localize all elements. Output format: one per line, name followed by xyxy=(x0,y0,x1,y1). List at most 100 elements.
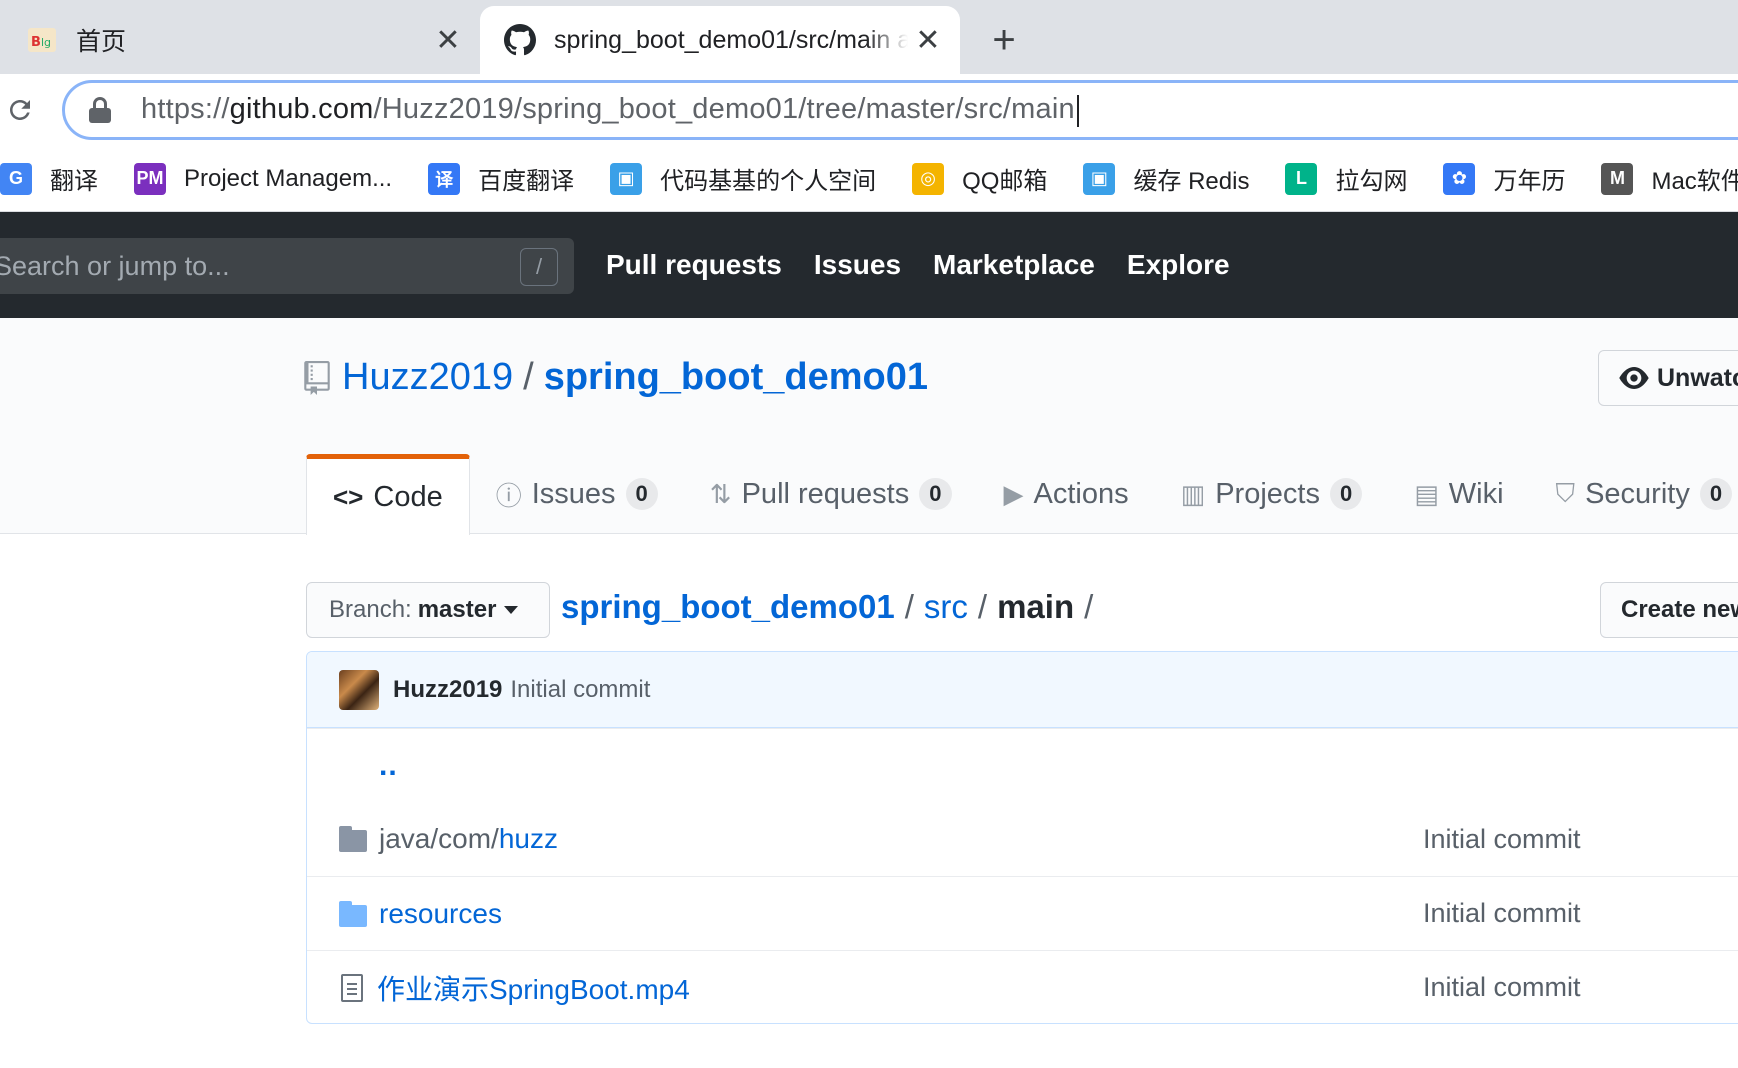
file-name[interactable]: huzz xyxy=(499,823,558,854)
file-name-link[interactable]: resources xyxy=(379,898,502,930)
tab-wiki[interactable]: ▤ Wiki xyxy=(1388,454,1529,534)
file-name-link[interactable]: 作业演示SpringBoot.mp4 xyxy=(377,968,690,1008)
nav-explore[interactable]: Explore xyxy=(1127,249,1230,281)
breadcrumb-repo-link[interactable]: spring_boot_demo01 xyxy=(561,588,895,626)
play-icon: ▶ xyxy=(1003,478,1024,509)
global-nav: Pull requests Issues Marketplace Explore xyxy=(606,212,1262,318)
pull-request-icon: ⇅ xyxy=(709,478,732,509)
tab-actions[interactable]: ▶ Actions xyxy=(978,454,1155,534)
google-translate-icon: G xyxy=(0,162,32,195)
tab-pull-requests[interactable]: ⇅ Pull requests 0 xyxy=(684,454,978,534)
eye-icon xyxy=(1619,367,1649,389)
tab-label: Pull requests xyxy=(741,477,910,510)
blog-favicon-icon: Blg xyxy=(26,24,58,56)
branch-label: Branch: xyxy=(329,596,412,623)
tab-title: 首页 xyxy=(76,28,127,56)
close-tab-icon[interactable]: ✕ xyxy=(908,20,948,60)
svg-text:lg: lg xyxy=(41,36,51,49)
unwatch-button[interactable]: Unwatch xyxy=(1598,350,1738,406)
tab-issues[interactable]: ⓘ Issues 0 xyxy=(470,454,684,534)
bookmark-item[interactable]: ▣ 缓存 Redis xyxy=(1083,161,1249,196)
bookmark-label: 翻译 xyxy=(50,168,98,195)
caret-down-icon xyxy=(504,606,519,614)
lagou-icon: L xyxy=(1285,162,1318,195)
tab-label: Security xyxy=(1585,477,1690,510)
path-prefix[interactable]: java/com/ xyxy=(379,823,499,854)
bookmark-item[interactable]: G 翻译 xyxy=(0,161,98,196)
commit-author[interactable]: Huzz2019 xyxy=(393,676,502,704)
code-icon: <> xyxy=(333,481,364,512)
bookmark-item[interactable]: PM Project Managem... xyxy=(134,162,392,195)
tab-label: Actions xyxy=(1033,477,1129,510)
repo-icon xyxy=(304,360,330,395)
browser-tabstrip: Blg 首页 ✕ spring_boot_demo01/src/main at … xyxy=(0,0,1738,74)
file-name[interactable]: resources xyxy=(379,898,502,929)
github-favicon-icon xyxy=(504,24,536,56)
bilibili-icon: ▣ xyxy=(1083,162,1116,195)
qq-mail-icon: ◎ xyxy=(912,162,945,195)
browser-tab-github[interactable]: spring_boot_demo01/src/main at master · … xyxy=(480,6,960,74)
file-row[interactable]: 作业演示SpringBoot.mp4 Initial commit xyxy=(307,950,1738,1023)
tab-label: Wiki xyxy=(1448,477,1504,510)
address-bar[interactable]: https://github.com/Huzz2019/spring_boot_… xyxy=(62,80,1738,140)
breadcrumb-src-link[interactable]: src xyxy=(924,588,968,626)
bookmark-item[interactable]: ◎ QQ邮箱 xyxy=(912,161,1047,196)
tab-counter: 0 xyxy=(919,478,952,510)
tab-label: Code xyxy=(373,480,443,513)
file-commit-message[interactable]: Initial commit xyxy=(1423,898,1581,929)
breadcrumb-separator: / xyxy=(977,588,988,625)
file-name-link[interactable]: java/com/huzz xyxy=(379,823,558,855)
branch-value: master xyxy=(417,596,497,623)
bookmark-item[interactable]: ▣ 代码基基的个人空间 xyxy=(610,161,876,196)
tab-code[interactable]: <> Code xyxy=(306,454,470,535)
slash-shortcut-badge: / xyxy=(520,248,558,286)
nav-pull-requests[interactable]: Pull requests xyxy=(606,249,782,281)
lock-icon[interactable] xyxy=(89,97,111,123)
repo-owner-link[interactable]: Huzz2019 xyxy=(342,356,513,399)
reload-icon[interactable] xyxy=(0,88,40,132)
pm-icon: PM xyxy=(134,162,166,195)
branch-select-button[interactable]: Branch: master xyxy=(306,582,550,638)
path-separator: / xyxy=(523,356,534,398)
nav-marketplace[interactable]: Marketplace xyxy=(933,249,1095,281)
repo-tabs: <> Code ⓘ Issues 0 ⇅ Pull requests 0 ▶ Actions ▥ Pr… xyxy=(306,454,1738,535)
repo-name-link[interactable]: spring_boot_demo01 xyxy=(544,356,928,399)
search-input[interactable] xyxy=(0,250,494,282)
file-browser: Huzz2019 Initial commit .. java/com/huzz… xyxy=(306,651,1738,1024)
bookmark-label: 缓存 Redis xyxy=(1133,168,1250,195)
baidu-translate-icon: 译 xyxy=(428,162,461,195)
url-text[interactable]: https://github.com/Huzz2019/spring_boot_… xyxy=(141,93,1079,127)
search-box[interactable]: / xyxy=(0,238,574,294)
bookmark-item[interactable]: 译百度翻译 xyxy=(428,161,574,196)
bookmark-label: 百度翻译 xyxy=(478,168,575,195)
parent-directory-row[interactable]: .. xyxy=(307,728,1738,802)
browser-tab-home[interactable]: Blg 首页 ✕ xyxy=(0,6,480,74)
tab-projects[interactable]: ▥ Projects 0 xyxy=(1155,454,1389,534)
bookmark-item[interactable]: M Mac软件下 xyxy=(1601,161,1738,196)
file-name[interactable]: 作业演示SpringBoot.mp4 xyxy=(377,974,690,1005)
breadcrumb: spring_boot_demo01 / src / main / xyxy=(561,588,1103,626)
tab-label: Issues xyxy=(531,477,616,510)
bookmark-item[interactable]: ✿ 万年历 xyxy=(1443,161,1565,196)
tab-counter: 0 xyxy=(1699,478,1733,510)
commit-message[interactable]: Initial commit xyxy=(510,676,650,704)
mac-m-icon: M xyxy=(1601,162,1634,195)
file-commit-message[interactable]: Initial commit xyxy=(1423,824,1581,855)
bookmark-item[interactable]: L 拉勾网 xyxy=(1285,161,1407,196)
create-new-file-button[interactable]: Create new file xyxy=(1600,582,1738,638)
browser-toolbar: https://github.com/Huzz2019/spring_boot_… xyxy=(0,74,1738,146)
shield-icon: ⛉ xyxy=(1555,478,1576,508)
close-tab-icon[interactable]: ✕ xyxy=(428,20,468,60)
book-icon: ▤ xyxy=(1414,478,1439,509)
avatar[interactable] xyxy=(339,669,379,710)
file-commit-message[interactable]: Initial commit xyxy=(1423,972,1581,1003)
bookmarks-bar: G 翻译 PM Project Managem... 译百度翻译 ▣ 代码基基的个人空间 ◎ Q… xyxy=(0,146,1738,212)
file-row[interactable]: java/com/huzz Initial commit xyxy=(307,802,1738,876)
bookmark-label: 万年历 xyxy=(1493,168,1566,195)
new-tab-icon[interactable]: + xyxy=(982,18,1026,62)
github-header: / Pull requests Issues Marketplace Explo… xyxy=(0,212,1738,318)
nav-issues[interactable]: Issues xyxy=(814,249,901,281)
file-row[interactable]: resources Initial commit xyxy=(307,876,1738,950)
parent-directory-link[interactable]: .. xyxy=(339,749,398,783)
tab-security[interactable]: ⛉ Security 0 xyxy=(1530,454,1738,534)
